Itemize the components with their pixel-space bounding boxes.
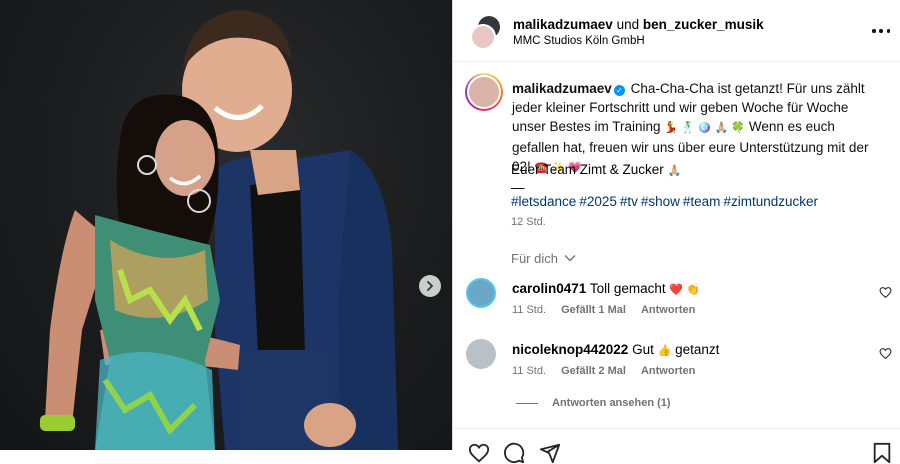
post-photo[interactable] [0, 0, 452, 450]
comment-emojis: ❤️ 👏 [669, 284, 700, 296]
comment-text: carolin0471 Toll gemacht ❤️ 👏 [512, 281, 700, 296]
collaborator-username[interactable]: ben_zucker_musik [643, 17, 764, 32]
caption-signoff: Euer Team Zimt & Zucker 🙏🏼 [511, 162, 681, 177]
commenter-username[interactable]: carolin0471 [512, 281, 586, 296]
hashtag-link[interactable]: #2025 [579, 194, 617, 209]
hashtag-link[interactable]: #tv [620, 194, 638, 209]
next-image-button[interactable] [419, 275, 441, 297]
hashtag-link[interactable]: #show [641, 194, 680, 209]
more-options-icon[interactable] [872, 25, 890, 37]
caption-emojis: 💃 🕺 🪩 🙏🏼 🍀 [664, 122, 746, 134]
comment-body: Toll gemacht [589, 281, 666, 296]
reply-button[interactable]: Antworten [641, 304, 695, 316]
caption-username[interactable]: malikadzumaev [512, 81, 612, 96]
caption-divider: — [511, 180, 525, 195]
hashtag-link[interactable]: #team [683, 194, 721, 209]
comment-meta: 11 Std. Gefällt 1 Mal Antworten [512, 304, 707, 316]
post-header: malikadzumaev und ben_zucker_musik MMC S… [453, 0, 900, 62]
post-authors: malikadzumaev und ben_zucker_musik [513, 17, 764, 32]
post-action-bar [453, 428, 900, 464]
comment-likes[interactable]: Gefällt 2 Mal [561, 365, 626, 377]
comment-body: Gut [632, 342, 654, 357]
hashtag-link[interactable]: #letsdance [511, 194, 576, 209]
author-avatar[interactable] [470, 24, 496, 50]
post-image [40, 10, 398, 450]
comment-icon[interactable] [503, 442, 525, 464]
verified-badge-icon: ✓ [613, 85, 625, 96]
commenter-avatar[interactable] [466, 278, 496, 308]
bookmark-icon[interactable] [871, 442, 893, 464]
caption-author-avatar[interactable] [465, 73, 503, 111]
reply-button[interactable]: Antworten [641, 365, 695, 377]
commenter-avatar[interactable] [466, 339, 496, 369]
authors-connector: und [616, 17, 640, 32]
caption-timestamp: 12 Std. [511, 216, 546, 228]
chevron-down-icon [564, 255, 576, 262]
heart-icon[interactable] [879, 347, 892, 360]
chevron-right-icon [427, 281, 434, 291]
comment-emojis: 👍 [657, 345, 672, 357]
hashtag-list: #letsdance #2025 #tv #show #team #zimtundzuck… [511, 194, 821, 209]
author-username[interactable]: malikadzumaev [513, 17, 613, 32]
comment-likes[interactable]: Gefällt 1 Mal [561, 304, 626, 316]
commenter-username[interactable]: nicoleknop442022 [512, 342, 628, 357]
signoff-text: Euer Team Zimt & Zucker [511, 162, 664, 177]
share-icon[interactable] [539, 442, 561, 464]
signoff-emoji: 🙏🏼 [667, 165, 682, 177]
heart-icon[interactable] [879, 286, 892, 299]
heart-icon[interactable] [468, 442, 490, 464]
view-replies-button[interactable]: Antworten ansehen (1) [516, 397, 671, 409]
hashtag-link[interactable]: #zimtundzucker [723, 194, 818, 209]
comment-time: 11 Std. [512, 365, 547, 377]
comment-body-2: getanzt [675, 342, 720, 357]
comment-text: nicoleknop442022 Gut 👍 getanzt [512, 342, 719, 357]
post-location[interactable]: MMC Studios Köln GmbH [513, 35, 645, 47]
comment-meta: 11 Std. Gefällt 2 Mal Antworten [512, 365, 707, 377]
comments-filter-dropdown[interactable]: Für dich [511, 251, 576, 266]
comment-time: 11 Std. [512, 304, 547, 316]
comments-filter-label: Für dich [511, 251, 558, 266]
